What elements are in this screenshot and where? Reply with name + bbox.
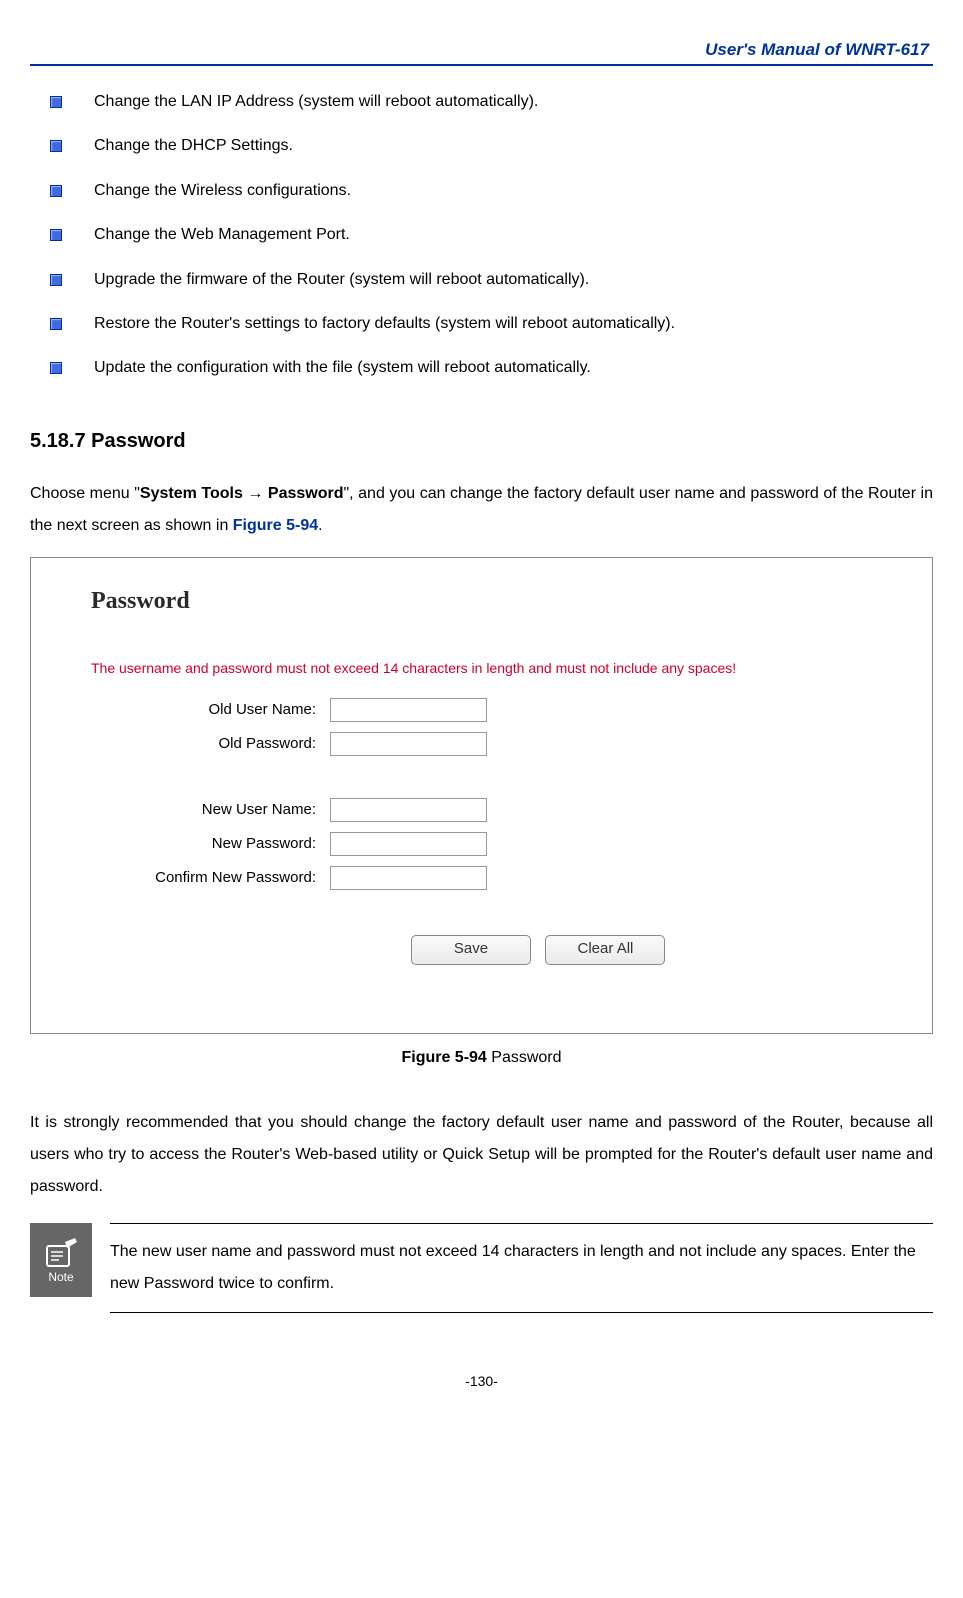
input-ne-M-user[interactable] bbox=[330, 798, 487, 822]
label-confirm: Confirm New Password: bbox=[91, 869, 330, 886]
label-new-pass: New Password: bbox=[91, 835, 330, 852]
list-item-text: Change the LAN IP Address (system will r… bbox=[94, 91, 538, 113]
figure-caption: Figure 5-94 Password bbox=[30, 1049, 933, 1067]
list-item: Change the DHCP Settings. bbox=[50, 135, 933, 157]
note-text: The new user name and password must not … bbox=[110, 1223, 933, 1313]
diamond-bullet-icon bbox=[50, 362, 62, 374]
panel-title: Password bbox=[91, 588, 907, 615]
list-item: Change the Web Management Port. bbox=[50, 224, 933, 246]
button-row: Save Clear All bbox=[91, 935, 907, 965]
list-item-text: Upgrade the firmware of the Router (syst… bbox=[94, 269, 589, 291]
form-row-new-user: New User Name: bbox=[91, 798, 907, 822]
form-row-confirm: Confirm New Password: bbox=[91, 866, 907, 890]
list-item-text: Update the configuration with the file (… bbox=[94, 357, 591, 379]
diamond-bullet-icon bbox=[50, 96, 62, 108]
input-old-pass[interactable] bbox=[330, 732, 487, 756]
diamond-bullet-icon bbox=[50, 185, 62, 197]
pencil-note-icon bbox=[41, 1236, 81, 1270]
clear-all-button[interactable]: Clear All bbox=[545, 935, 665, 965]
list-item-text: Change the Web Management Port. bbox=[94, 224, 350, 246]
label-new-user: New User Name: bbox=[91, 801, 330, 818]
section-heading: 5.18.7 Password bbox=[30, 430, 933, 453]
list-item: Update the configuration with the file (… bbox=[50, 357, 933, 379]
diamond-bullet-icon bbox=[50, 318, 62, 330]
list-item: Restore the Router's settings to factory… bbox=[50, 313, 933, 335]
label-old-pass: Old Password: bbox=[91, 735, 330, 752]
note-icon: Note bbox=[30, 1223, 92, 1297]
figure-link[interactable]: Figure 5-94 bbox=[233, 517, 318, 534]
recommend-paragraph: It is strongly recommended that you shou… bbox=[30, 1107, 933, 1203]
label-old-user: Old User Name: bbox=[91, 701, 330, 718]
note-block: Note The new user name and password must… bbox=[30, 1223, 933, 1313]
intro-suffix: . bbox=[318, 517, 322, 534]
list-item: Upgrade the firmware of the Router (syst… bbox=[50, 269, 933, 291]
caption-text: Password bbox=[487, 1049, 562, 1066]
intro-paragraph: Choose menu "System Tools → Password", a… bbox=[30, 478, 933, 542]
page-number: -130- bbox=[30, 1373, 933, 1389]
form-row-new-pass: New Password: bbox=[91, 832, 907, 856]
caption-bold: Figure 5-94 bbox=[401, 1049, 486, 1066]
note-icon-label: Note bbox=[48, 1270, 73, 1284]
list-item: Change the LAN IP Address (system will r… bbox=[50, 91, 933, 113]
diamond-bullet-icon bbox=[50, 140, 62, 152]
panel-notice: The username and password must not excee… bbox=[91, 660, 907, 676]
list-item-text: Change the DHCP Settings. bbox=[94, 135, 293, 157]
form-row-old-pass: Old Password: bbox=[91, 732, 907, 756]
figure-password-panel: Password The username and password must … bbox=[30, 557, 933, 1034]
header-rule bbox=[30, 64, 933, 66]
input-new-pass[interactable] bbox=[330, 832, 487, 856]
list-item: Change the Wireless configurations. bbox=[50, 180, 933, 202]
save-button[interactable]: Save bbox=[411, 935, 531, 965]
diamond-bullet-icon bbox=[50, 229, 62, 241]
intro-prefix: Choose menu " bbox=[30, 485, 140, 502]
list-item-text: Change the Wireless configurations. bbox=[94, 180, 351, 202]
input-confirm[interactable] bbox=[330, 866, 487, 890]
input-old-user[interactable] bbox=[330, 698, 487, 722]
diamond-bullet-icon bbox=[50, 274, 62, 286]
page-header: User's Manual of WNRT-617 bbox=[30, 40, 933, 64]
list-item-text: Restore the Router's settings to factory… bbox=[94, 313, 675, 335]
bullet-list: Change the LAN IP Address (system will r… bbox=[50, 91, 933, 380]
intro-bold: System Tools → Password bbox=[140, 485, 344, 502]
form-row-old-user: Old User Name: bbox=[91, 698, 907, 722]
